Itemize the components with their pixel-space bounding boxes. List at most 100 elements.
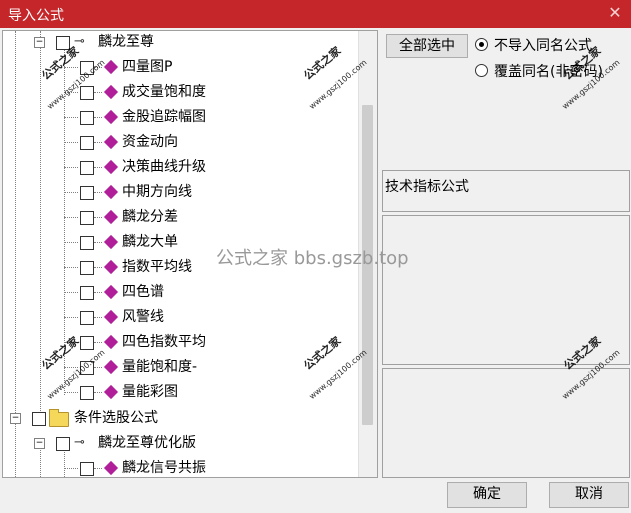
tree-line bbox=[64, 267, 78, 268]
folder-icon bbox=[49, 409, 69, 427]
tree-item-formula[interactable]: 金股追踪幅图 bbox=[3, 106, 359, 128]
select-all-button[interactable]: 全部选中 bbox=[386, 34, 468, 58]
tree-item-group[interactable]: − ⊸ 麟龙至尊 bbox=[3, 31, 359, 53]
tree-item-formula[interactable]: 资金动向 bbox=[3, 131, 359, 153]
tree-line bbox=[94, 167, 102, 168]
tree-line bbox=[64, 142, 78, 143]
tree-line bbox=[64, 192, 78, 193]
collapse-icon[interactable]: − bbox=[34, 438, 45, 449]
key-icon: ⊸ bbox=[74, 435, 85, 450]
formula-icon bbox=[103, 109, 119, 125]
formula-icon bbox=[103, 134, 119, 150]
tree-item-formula[interactable]: 麟龙分差 bbox=[3, 206, 359, 228]
checkbox[interactable] bbox=[80, 136, 94, 150]
tree-item-label: 麟龙信号共振 bbox=[122, 460, 206, 476]
formula-icon bbox=[103, 284, 119, 300]
tree-line bbox=[94, 142, 102, 143]
formula-icon bbox=[103, 59, 119, 75]
formula-icon bbox=[103, 384, 119, 400]
ok-button[interactable]: 确定 bbox=[447, 482, 527, 508]
checkbox[interactable] bbox=[80, 386, 94, 400]
checkbox[interactable] bbox=[80, 261, 94, 275]
checkbox[interactable] bbox=[80, 286, 94, 300]
tree-line bbox=[94, 217, 102, 218]
formula-icon bbox=[103, 359, 119, 375]
collapse-icon[interactable]: − bbox=[34, 37, 45, 48]
tree-line bbox=[94, 392, 102, 393]
tree-line bbox=[94, 317, 102, 318]
checkbox[interactable] bbox=[80, 311, 94, 325]
formula-icon bbox=[103, 159, 119, 175]
formula-icon bbox=[103, 259, 119, 275]
tree-item-label: 麟龙大单 bbox=[122, 234, 178, 250]
formula-icon bbox=[103, 209, 119, 225]
checkbox[interactable] bbox=[80, 211, 94, 225]
tree-line bbox=[64, 217, 78, 218]
tree-line bbox=[64, 242, 78, 243]
tree-item-group[interactable]: − ⊸ 麟龙至尊优化版 bbox=[3, 432, 359, 454]
cancel-button[interactable]: 取消 bbox=[549, 482, 629, 508]
tree-item-label: 金股追踪幅图 bbox=[122, 109, 206, 125]
checkbox[interactable] bbox=[80, 186, 94, 200]
tree-item-label: 量能彩图 bbox=[122, 384, 178, 400]
checkbox[interactable] bbox=[80, 111, 94, 125]
tree-item-label: 麟龙至尊 bbox=[98, 34, 154, 50]
formula-icon bbox=[103, 184, 119, 200]
formula-icon bbox=[103, 84, 119, 100]
tree-line bbox=[94, 92, 102, 93]
tree-item-label: 条件选股公式 bbox=[74, 410, 158, 426]
description-box: 技术指标公式 bbox=[382, 170, 630, 212]
tree-item-label: 麟龙至尊优化版 bbox=[98, 435, 196, 451]
collapse-icon[interactable]: − bbox=[10, 413, 21, 424]
checkbox[interactable] bbox=[80, 86, 94, 100]
tree-item-label: 中期方向线 bbox=[122, 184, 192, 200]
tree-item-label: 风警线 bbox=[122, 309, 164, 325]
description-text: 技术指标公式 bbox=[385, 179, 469, 195]
tree-item-folder[interactable]: − 条件选股公式 bbox=[3, 407, 359, 429]
tree-item-label: 麟龙分差 bbox=[122, 209, 178, 225]
tree-item-formula[interactable]: 决策曲线升级 bbox=[3, 156, 359, 178]
tree-line bbox=[94, 192, 102, 193]
close-icon[interactable]: ✕ bbox=[605, 3, 625, 23]
tree-item-label: 四色指数平均 bbox=[122, 334, 206, 350]
window-title: 导入公式 bbox=[8, 8, 64, 24]
tree-line bbox=[94, 267, 102, 268]
tree-item-label: 四色谱 bbox=[122, 284, 164, 300]
tree-line bbox=[64, 167, 78, 168]
tree-item-label: 四量图P bbox=[122, 59, 173, 75]
tree-item-label: 决策曲线升级 bbox=[122, 159, 206, 175]
tree-item-label: 指数平均线 bbox=[122, 259, 192, 275]
title-bar: 导入公式 ✕ bbox=[0, 0, 631, 28]
tree-item-label: 成交量饱和度 bbox=[122, 84, 206, 100]
checkbox[interactable] bbox=[80, 161, 94, 175]
watermark-center: 公式之家 bbs.gszb.top bbox=[216, 248, 409, 269]
tree-item-formula[interactable]: 风警线 bbox=[3, 306, 359, 328]
formula-icon bbox=[103, 460, 119, 476]
tree-line bbox=[94, 367, 102, 368]
tree-line bbox=[94, 342, 102, 343]
tree-item-formula[interactable]: 四色谱 bbox=[3, 281, 359, 303]
radio-overwrite-duplicates[interactable] bbox=[475, 64, 488, 77]
formula-icon bbox=[103, 334, 119, 350]
checkbox[interactable] bbox=[56, 437, 70, 451]
tree-line bbox=[94, 117, 102, 118]
tree-item-label: 资金动向 bbox=[122, 134, 178, 150]
tree-line bbox=[64, 317, 78, 318]
tree-line bbox=[94, 242, 102, 243]
tree-line bbox=[94, 468, 102, 469]
formula-icon bbox=[103, 234, 119, 250]
checkbox[interactable] bbox=[80, 236, 94, 250]
tree-item-formula[interactable]: 麟龙信号共振 bbox=[3, 457, 359, 477]
radio-skip-duplicates-label[interactable]: 不导入同名公式 bbox=[494, 35, 592, 55]
tree-line bbox=[94, 292, 102, 293]
tree-item-formula[interactable]: 中期方向线 bbox=[3, 181, 359, 203]
checkbox[interactable] bbox=[32, 412, 46, 426]
tree-line bbox=[64, 392, 78, 393]
info-panel bbox=[382, 368, 630, 478]
checkbox[interactable] bbox=[80, 336, 94, 350]
radio-skip-duplicates[interactable] bbox=[475, 38, 488, 51]
tree-item-label: 量能饱和度- bbox=[122, 359, 198, 375]
tree-line bbox=[64, 117, 78, 118]
tree-line bbox=[64, 468, 78, 469]
checkbox[interactable] bbox=[80, 462, 94, 476]
